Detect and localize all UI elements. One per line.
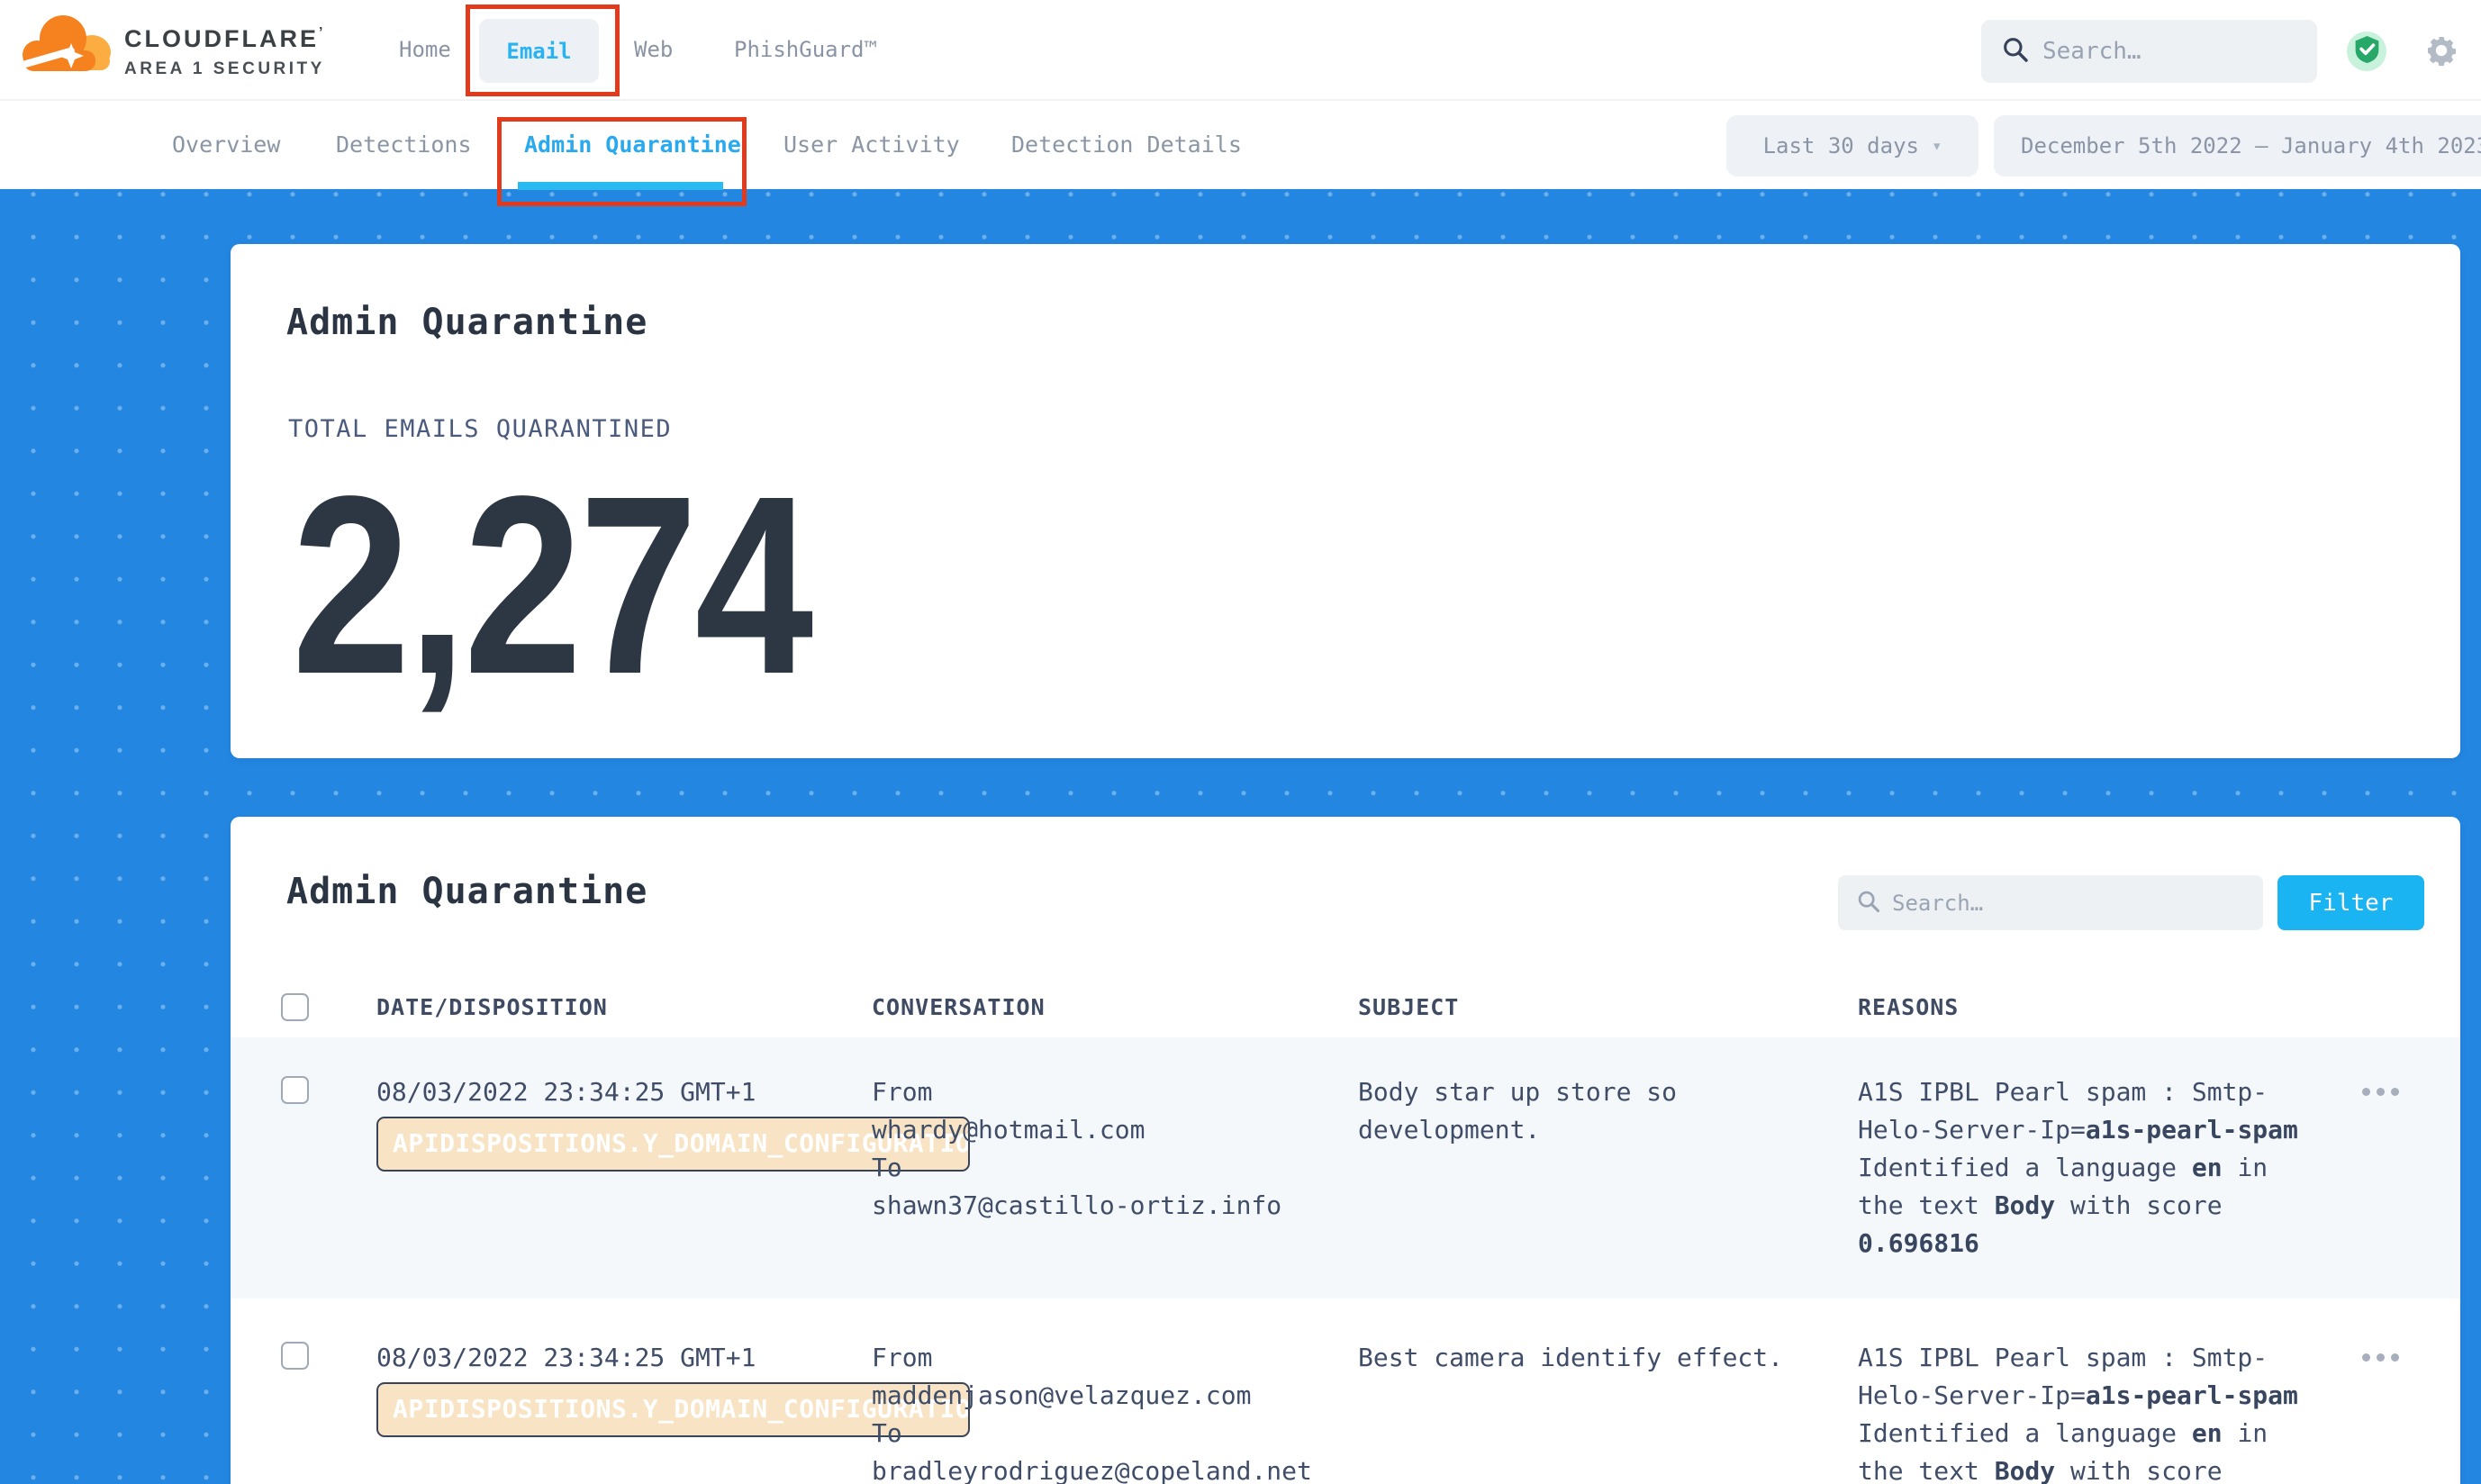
tab-detections[interactable]: Detections (336, 101, 472, 189)
quarantine-table-card: Admin Quarantine Filter DATE/DISPOSITION… (231, 817, 2460, 1484)
total-quarantined-value: 2,274 (292, 458, 810, 712)
cell-subject: Body star up store so development. (1358, 1073, 1858, 1262)
search-icon (2001, 35, 2030, 68)
column-header-reasons: REASONS (1858, 994, 2313, 1020)
summary-card-title: Admin Quarantine (286, 302, 647, 343)
to-label: To (872, 1149, 1358, 1187)
table-search[interactable] (1838, 875, 2263, 930)
row-date: 08/03/2022 23:34:25 GMT+1 (376, 1343, 756, 1372)
settings-gear-icon[interactable] (2425, 34, 2458, 70)
row-actions-menu-icon[interactable] (2360, 1348, 2401, 1367)
metric-label: TOTAL EMAILS QUARANTINED (288, 415, 672, 443)
from-email: whardy@hotmail.com (872, 1111, 1358, 1149)
dashboard-canvas: Admin Quarantine TOTAL EMAILS QUARANTINE… (0, 189, 2481, 1484)
brand-tick: ’ (319, 25, 325, 41)
cell-conversation: From maddenjason@velazquez.com To bradle… (872, 1339, 1358, 1484)
column-header-subject: SUBJECT (1358, 994, 1858, 1020)
row-date: 08/03/2022 23:34:25 GMT+1 (376, 1077, 756, 1107)
table-search-input[interactable] (1892, 891, 2197, 916)
tab-user-activity[interactable]: User Activity (783, 101, 960, 189)
nav-item-phishguard[interactable]: PhishGuard™ (734, 0, 877, 99)
table-header-row: DATE/DISPOSITION CONVERSATION SUBJECT RE… (231, 977, 2460, 1037)
table-body: 08/03/2022 23:34:25 GMT+1 APIDISPOSITION… (231, 1037, 2460, 1484)
search-icon (1856, 889, 1881, 918)
cell-date-disposition: 08/03/2022 23:34:25 GMT+1 APIDISPOSITION… (376, 1339, 872, 1484)
protection-status-badge[interactable] (2347, 32, 2386, 71)
quarantine-summary-card: Admin Quarantine TOTAL EMAILS QUARANTINE… (231, 244, 2460, 758)
date-range-display[interactable]: December 5th 2022 — January 4th 2023 (1994, 115, 2481, 176)
from-label: From (872, 1339, 1358, 1377)
cell-reasons: A1S IPBL Pearl spam : Smtp-Helo-Server-I… (1858, 1073, 2313, 1262)
filter-button[interactable]: Filter (2277, 875, 2424, 930)
global-search[interactable] (1981, 20, 2317, 83)
cell-reasons: A1S IPBL Pearl spam : Smtp-Helo-Server-I… (1858, 1339, 2313, 1484)
brand-name: CLOUDFLARE’ (124, 25, 325, 52)
select-all-checkbox[interactable] (281, 993, 309, 1021)
active-tab-indicator (518, 182, 723, 190)
table-row: 08/03/2022 23:34:25 GMT+1 APIDISPOSITION… (231, 1303, 2460, 1484)
cell-subject: Best camera identify effect. (1358, 1339, 1858, 1484)
shield-check-icon (2355, 36, 2379, 67)
nav-item-web[interactable]: Web (634, 0, 673, 99)
email-section-tabs: Overview Detections Admin Quarantine Use… (0, 99, 2481, 189)
cloudflare-cloud-icon (20, 9, 117, 86)
to-email: bradleyrodriguez@copeland.net (872, 1452, 1358, 1484)
tab-detection-details[interactable]: Detection Details (1011, 101, 1242, 189)
table-card-title: Admin Quarantine (286, 871, 647, 912)
row-checkbox[interactable] (281, 1076, 309, 1104)
date-range-text: December 5th 2022 — January 4th 2023 (2021, 133, 2481, 158)
period-dropdown[interactable]: Last 30 days ▾ (1726, 115, 1978, 176)
to-email: shawn37@castillo-ortiz.info (872, 1187, 1358, 1225)
cloudflare-logo[interactable]: CLOUDFLARE’ AREA 1 SECURITY (20, 9, 325, 86)
cell-date-disposition: 08/03/2022 23:34:25 GMT+1 APIDISPOSITION… (376, 1073, 872, 1262)
column-header-date-disposition: DATE/DISPOSITION (376, 994, 872, 1020)
global-search-input[interactable] (2042, 38, 2264, 65)
column-header-conversation: CONVERSATION (872, 994, 1358, 1020)
period-dropdown-label: Last 30 days (1763, 133, 1919, 158)
nav-item-email-active[interactable]: Email (479, 19, 599, 83)
from-email: maddenjason@velazquez.com (872, 1377, 1358, 1415)
brand-subtitle: AREA 1 SECURITY (124, 59, 325, 79)
chevron-down-icon: ▾ (1932, 136, 1942, 156)
tab-admin-quarantine[interactable]: Admin Quarantine (524, 101, 741, 189)
from-label: From (872, 1073, 1358, 1111)
top-navbar: CLOUDFLARE’ AREA 1 SECURITY Home Email W… (0, 0, 2481, 99)
cell-conversation: From whardy@hotmail.com To shawn37@casti… (872, 1073, 1358, 1262)
tab-overview[interactable]: Overview (172, 101, 280, 189)
row-actions-menu-icon[interactable] (2360, 1082, 2401, 1101)
row-checkbox[interactable] (281, 1342, 309, 1370)
nav-item-home[interactable]: Home (399, 0, 451, 99)
table-row: 08/03/2022 23:34:25 GMT+1 APIDISPOSITION… (231, 1037, 2460, 1298)
to-label: To (872, 1415, 1358, 1452)
